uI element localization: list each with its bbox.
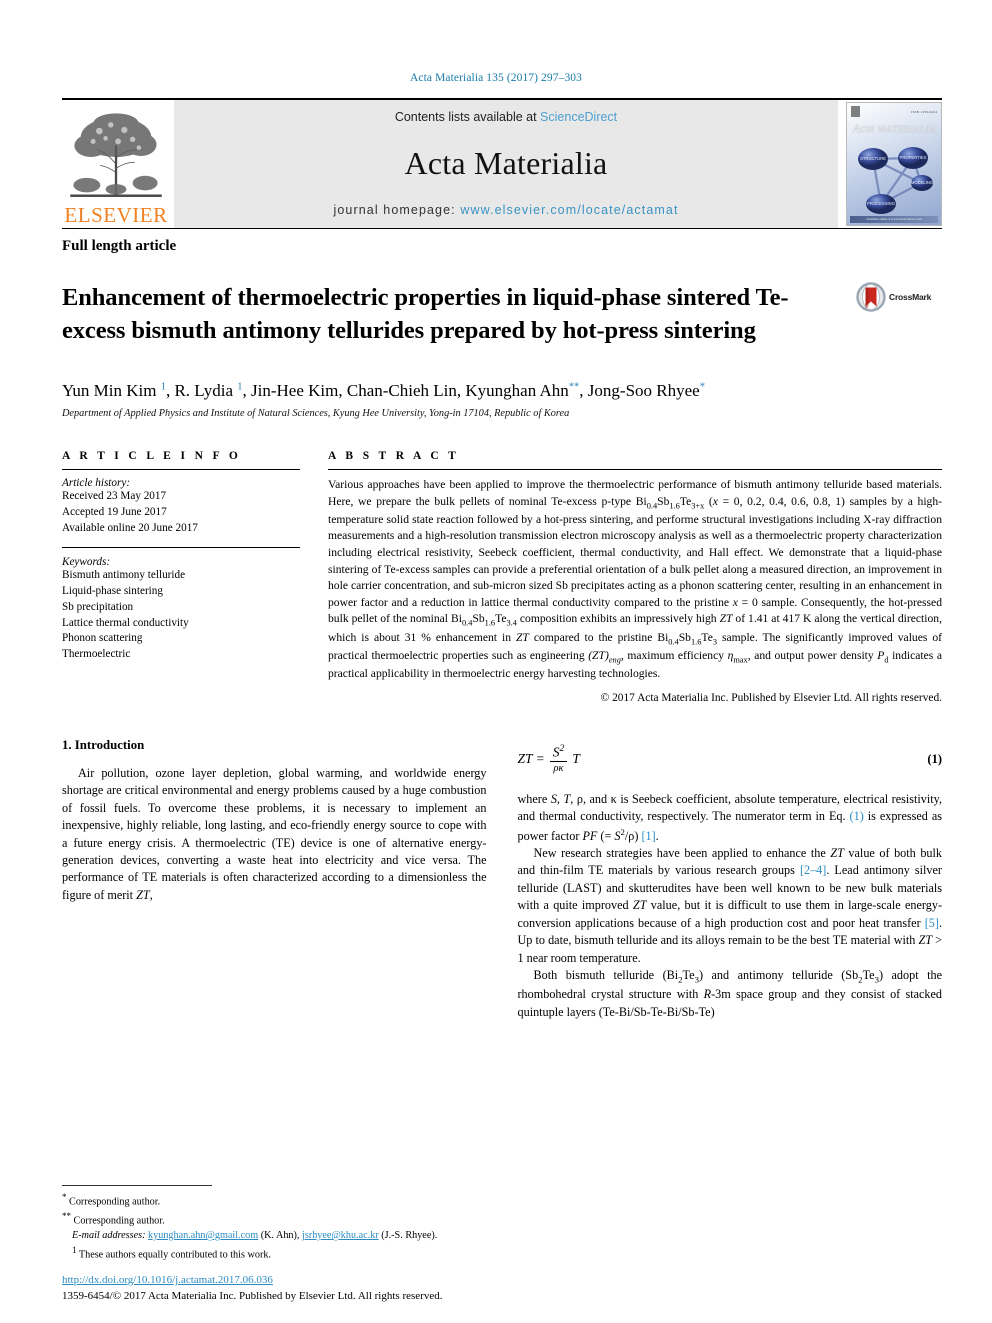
equation-number: (1) bbox=[927, 751, 942, 766]
masthead-center: Contents lists available at ScienceDirec… bbox=[174, 100, 838, 228]
contents-available-line: Contents lists available at ScienceDirec… bbox=[395, 110, 617, 124]
body-right-column: ZT = S2 ρκ T (1) where S, T, ρ, and κ is… bbox=[518, 738, 943, 1021]
affiliation: Department of Applied Physics and Instit… bbox=[62, 408, 570, 420]
abstract-column: A B S T R A C T Various approaches have … bbox=[328, 450, 942, 704]
cover-bottom-bar: Available online at www.sciencedirect.co… bbox=[850, 216, 938, 223]
article-history-title: Article history: bbox=[62, 477, 131, 490]
journal-homepage-line: journal homepage: www.elsevier.com/locat… bbox=[333, 203, 678, 217]
keyword-item: Phonon scattering bbox=[62, 632, 143, 645]
equation-trailing: T bbox=[572, 751, 580, 767]
email-name-rhyee: (J.-S. Rhyee). bbox=[381, 1230, 438, 1242]
equation-lhs: ZT = bbox=[517, 751, 545, 767]
paper-page: Acta Materialia 135 (2017) 297–303 ELSEV… bbox=[0, 0, 992, 1323]
corresponding-author-note: ** Corresponding author. bbox=[62, 1210, 165, 1227]
keyword-item: Sb precipitation bbox=[62, 600, 134, 613]
abstract-text: Various approaches have been applied to … bbox=[328, 478, 942, 681]
body-paragraph: where S, T, ρ, and κ is Seebeck coeffici… bbox=[517, 791, 943, 843]
article-type-label: Full length article bbox=[62, 238, 177, 254]
history-item: Received 23 May 2017 bbox=[62, 490, 167, 503]
crossmark-label: CrossMark bbox=[889, 292, 932, 302]
equation-1-body: ZT = S2 ρκ T bbox=[517, 743, 580, 775]
elsevier-logo: ELSEVIER bbox=[62, 100, 174, 228]
body-columns: 1. Introduction Air pollution, ozone lay… bbox=[62, 738, 942, 1021]
svg-text:PROCESSING: PROCESSING bbox=[867, 201, 895, 206]
email-link-ahn[interactable]: kyunghan.ahn@gmail.com bbox=[148, 1230, 258, 1241]
contents-prefix: Contents lists available at bbox=[394, 110, 541, 124]
email-link-rhyee[interactable]: jsrhyee@khu.ac.kr bbox=[302, 1230, 379, 1241]
journal-cover-thumbnail: ISSN 1359-6454 Acta MATERIALIA STRUCTURE… bbox=[846, 102, 942, 226]
footnote-mark: 1 bbox=[72, 1244, 77, 1255]
keyword-item: Bismuth antimony telluride bbox=[62, 568, 186, 581]
introduction-heading: 1. Introduction bbox=[62, 737, 145, 752]
article-info-rule bbox=[62, 469, 300, 471]
email-label: E-mail addresses: bbox=[72, 1230, 146, 1242]
page-title: Enhancement of thermoelectric properties… bbox=[62, 284, 789, 344]
body-paragraph: New research strategies have been applie… bbox=[517, 846, 943, 965]
equation-denominator: ρκ bbox=[553, 763, 564, 775]
journal-homepage-link[interactable]: www.elsevier.com/locate/actamat bbox=[460, 203, 678, 217]
footnote-mark: * bbox=[62, 1191, 67, 1202]
keywords-title: Keywords: bbox=[62, 555, 111, 568]
corresponding-author-note: * Corresponding author. bbox=[62, 1191, 161, 1208]
doi-link[interactable]: http://dx.doi.org/10.1016/j.actamat.2017… bbox=[62, 1274, 273, 1286]
equation-1-row: ZT = S2 ρκ T (1) bbox=[517, 743, 943, 775]
history-item: Accepted 19 June 2017 bbox=[62, 505, 167, 518]
footnote-mark: ** bbox=[62, 1210, 71, 1221]
footnotes-block: * Corresponding author. ** Corresponding… bbox=[62, 1184, 462, 1263]
intro-paragraph: Air pollution, ozone layer depletion, gl… bbox=[62, 765, 487, 902]
keyword-item: Liquid-phase sintering bbox=[62, 584, 163, 597]
doi-block: http://dx.doi.org/10.1016/j.actamat.2017… bbox=[62, 1273, 442, 1305]
title-row: Enhancement of thermoelectric properties… bbox=[62, 266, 942, 364]
svg-text:PROPERTIES: PROPERTIES bbox=[900, 155, 927, 160]
article-content: Full length article Enhancement of therm… bbox=[62, 228, 942, 1021]
running-head: Acta Materialia 135 (2017) 297–303 bbox=[409, 72, 583, 84]
abstract-rule bbox=[328, 469, 942, 471]
keyword-item: Thermoelectric bbox=[62, 648, 131, 661]
sciencedirect-link[interactable]: ScienceDirect bbox=[540, 110, 617, 124]
issn-copyright-line: 1359-6454/© 2017 Acta Materialia Inc. Pu… bbox=[62, 1290, 443, 1303]
journal-masthead: ELSEVIER Contents lists available at Sci… bbox=[62, 98, 942, 228]
author-list: Yun Min Kim 1, R. Lydia 1, Jin-Hee Kim, … bbox=[62, 380, 705, 400]
svg-text:MODELING: MODELING bbox=[911, 180, 933, 185]
email-addresses-note: E-mail addresses: kyunghan.ahn@gmail.com… bbox=[62, 1229, 462, 1244]
crossmark-badge[interactable]: CrossMark bbox=[856, 282, 942, 312]
equation-fraction: S2 ρκ bbox=[549, 743, 568, 775]
article-info-column: A R T I C L E I N F O Article history: R… bbox=[62, 450, 300, 704]
abstract-copyright: © 2017 Acta Materialia Inc. Published by… bbox=[600, 691, 942, 704]
article-info-heading: A R T I C L E I N F O bbox=[62, 450, 242, 463]
elsevier-wordmark: ELSEVIER bbox=[64, 203, 168, 227]
svg-text:STRUCTURE: STRUCTURE bbox=[860, 156, 886, 161]
elsevier-tree-icon bbox=[64, 108, 168, 204]
journal-title: Acta Materialia bbox=[404, 145, 608, 181]
crossmark-icon bbox=[856, 282, 886, 312]
body-paragraph: Both bismuth telluride (Bi2Te3) and anti… bbox=[517, 968, 943, 1019]
keyword-item: Lattice thermal conductivity bbox=[62, 616, 189, 629]
homepage-prefix: journal homepage: bbox=[333, 203, 461, 217]
email-name-ahn: (K. Ahn), bbox=[260, 1230, 300, 1242]
abstract-heading: A B S T R A C T bbox=[328, 450, 460, 463]
cover-network-graphic: STRUCTURE PROPERTIES MODELING PROCESSING bbox=[858, 147, 933, 214]
body-left-column: 1. Introduction Air pollution, ozone lay… bbox=[62, 738, 487, 1021]
history-item: Available online 20 June 2017 bbox=[62, 521, 198, 534]
equal-contribution-note: 1 These authors equally contributed to t… bbox=[72, 1244, 271, 1261]
info-abstract-row: A R T I C L E I N F O Article history: R… bbox=[62, 450, 942, 704]
equation-numerator: S2 bbox=[549, 743, 568, 763]
keywords-block: Keywords: Bismuth antimony telluride Liq… bbox=[62, 546, 300, 663]
footnote-rule bbox=[62, 1184, 212, 1186]
